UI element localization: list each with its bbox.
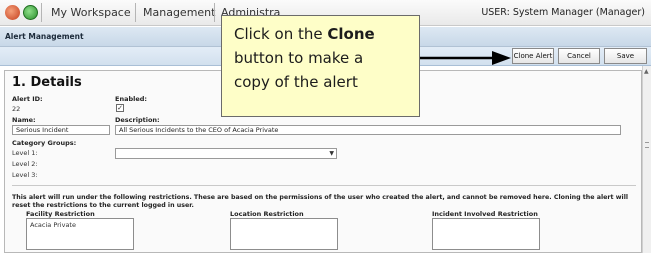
callout-bold-text: Clone <box>327 25 375 43</box>
nav-item-management[interactable]: Management <box>143 6 215 19</box>
callout-line-3: copy of the alert <box>234 73 358 91</box>
app-logo-icon[interactable] <box>5 5 20 20</box>
location-restriction-label: Location Restriction <box>230 210 304 218</box>
level-2-label: Level 2: <box>12 160 38 168</box>
name-field[interactable]: Serious Incident <box>12 125 110 135</box>
nav-separator <box>41 3 42 22</box>
description-field[interactable]: All Serious Incidents to the CEO of Acac… <box>115 125 621 135</box>
section-title: 1. Details <box>12 75 82 90</box>
callout-line-2: button to make a <box>234 49 364 67</box>
enabled-label: Enabled: <box>115 95 147 103</box>
scroll-grip-icon <box>645 142 649 148</box>
level-1-label: Level 1: <box>12 149 38 157</box>
callout-line-1: Click on the Clone <box>234 22 419 46</box>
level-3-label: Level 3: <box>12 171 38 179</box>
callout-text: Click on the <box>234 25 328 43</box>
tutorial-callout: Click on the Clone button to make a copy… <box>221 15 420 117</box>
restrictions-notice: This alert will run under the following … <box>12 194 629 209</box>
chevron-down-icon: ▼ <box>329 150 334 157</box>
nav-separator <box>214 3 215 22</box>
level-1-select[interactable]: ▼ <box>115 148 337 159</box>
category-groups-label: Category Groups: <box>12 139 77 147</box>
cancel-button[interactable]: Cancel <box>558 48 600 64</box>
facility-restriction-list[interactable]: Acacia Private <box>26 218 134 250</box>
enabled-checkbox[interactable]: ✓ <box>116 104 124 112</box>
location-restriction-list[interactable] <box>230 218 338 250</box>
facility-restriction-label: Facility Restriction <box>26 210 95 218</box>
description-label: Description: <box>115 116 160 124</box>
scroll-up-icon[interactable]: ▲ <box>644 68 649 75</box>
facility-restriction-item: Acacia Private <box>30 221 76 229</box>
clone-alert-button[interactable]: Clone Alert <box>512 48 554 64</box>
incident-restriction-label: Incident Involved Restriction <box>432 210 538 218</box>
vertical-scrollbar[interactable]: ▲ <box>642 66 651 253</box>
incident-restriction-list[interactable] <box>432 218 540 250</box>
page-title: Alert Management <box>5 32 84 41</box>
home-icon[interactable] <box>23 5 38 20</box>
save-button[interactable]: Save <box>604 48 647 64</box>
name-label: Name: <box>12 116 36 124</box>
alert-id-value: 22 <box>12 105 21 113</box>
nav-separator <box>135 3 136 22</box>
alert-id-label: Alert ID: <box>12 95 43 103</box>
pointer-arrow-icon <box>420 51 511 65</box>
user-label: USER: System Manager (Manager) <box>481 7 645 18</box>
nav-item-my-workspace[interactable]: My Workspace <box>51 6 131 19</box>
section-divider <box>12 185 636 186</box>
